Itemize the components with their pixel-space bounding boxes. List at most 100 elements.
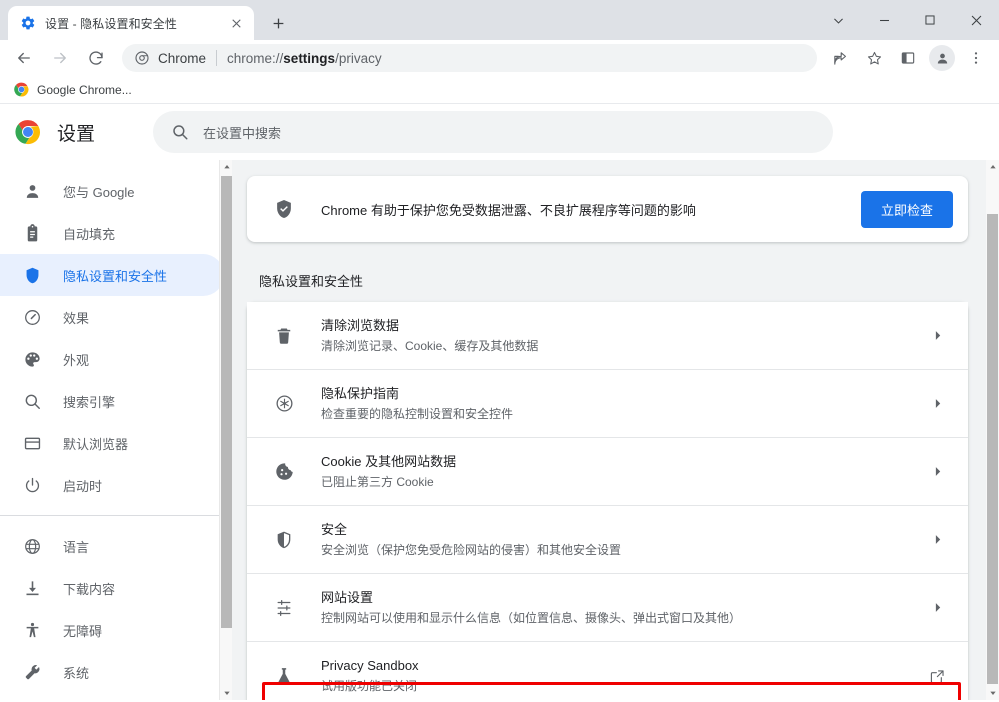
row-security[interactable]: 安全 安全浏览（保护您免受危险网站的侵害）和其他安全设置 — [247, 506, 968, 574]
row-subtitle: 检查重要的隐私控制设置和安全控件 — [321, 406, 514, 421]
browser-tab[interactable]: 设置 - 隐私设置和安全性 — [8, 6, 254, 40]
page-title: 设置 — [57, 123, 96, 145]
sidebar-item-system[interactable]: 系统 — [0, 651, 224, 693]
external-link-icon[interactable] — [926, 668, 948, 685]
profile-avatar[interactable] — [929, 45, 955, 71]
safety-check-message: Chrome 有助于保护您免受数据泄露、不良扩展程序等问题的影响 — [321, 202, 696, 218]
search-input[interactable]: 在设置中搜索 — [153, 111, 834, 153]
row-subtitle: 控制网站可以使用和显示什么信息（如位置信息、摄像头、弹出式窗口及其他） — [321, 610, 742, 625]
row-text: 清除浏览数据 清除浏览记录、Cookie、缓存及其他数据 — [321, 317, 926, 355]
settings-gear-icon — [20, 15, 36, 31]
window-controls — [815, 0, 999, 40]
side-panel-icon[interactable] — [894, 44, 922, 72]
tab-search-chevron-down-icon[interactable] — [815, 0, 861, 40]
sidebar-item-label: 语言 — [63, 539, 90, 555]
chevron-right-icon[interactable] — [926, 533, 948, 546]
settings-main: Chrome 有助于保护您免受数据泄露、不良扩展程序等问题的影响 立即检查 隐私… — [232, 160, 999, 700]
flask-icon — [273, 665, 295, 687]
share-icon[interactable] — [826, 44, 854, 72]
sidebar-item-label: 无障碍 — [63, 623, 103, 639]
new-tab-button[interactable] — [264, 9, 292, 37]
globe-icon — [22, 536, 42, 556]
reload-button[interactable] — [81, 43, 111, 73]
settings-content: Chrome 有助于保护您免受数据泄露、不良扩展程序等问题的影响 立即检查 隐私… — [232, 176, 999, 700]
sidebar-item-downloads[interactable]: 下载内容 — [0, 567, 224, 609]
person-icon — [22, 181, 42, 201]
bookmark-item[interactable]: Google Chrome... — [8, 79, 138, 101]
cookie-icon — [273, 461, 295, 483]
close-window-button[interactable] — [953, 0, 999, 40]
scroll-up-arrow-icon[interactable] — [986, 160, 999, 174]
chevron-right-icon[interactable] — [926, 601, 948, 614]
minimize-button[interactable] — [861, 0, 907, 40]
clipboard-icon — [22, 223, 42, 243]
omnibox-url: chrome://settings/privacy — [227, 51, 382, 66]
chrome-logo-icon — [15, 119, 41, 145]
section-title: 隐私设置和安全性 — [259, 274, 364, 289]
sidebar-item-accessibility[interactable]: 无障碍 — [0, 609, 224, 651]
row-text: Cookie 及其他网站数据 已阻止第三方 Cookie — [321, 453, 926, 491]
chevron-right-icon[interactable] — [926, 465, 948, 478]
search-placeholder: 在设置中搜索 — [203, 125, 282, 141]
forward-button[interactable] — [45, 43, 75, 73]
address-bar[interactable]: Chrome chrome://settings/privacy — [122, 44, 817, 72]
sidebar-item-label: 下载内容 — [63, 581, 116, 597]
sidebar-divider — [0, 515, 224, 516]
back-button[interactable] — [9, 43, 39, 73]
row-title: 隐私保护指南 — [321, 385, 400, 401]
tab-title: 设置 - 隐私设置和安全性 — [45, 16, 177, 31]
chrome-icon — [14, 82, 30, 98]
sidebar-item-on-startup[interactable]: 启动时 — [0, 464, 224, 506]
main-scrollbar-thumb[interactable] — [987, 214, 998, 684]
row-text: 安全 安全浏览（保护您免受危险网站的侵害）和其他安全设置 — [321, 521, 926, 559]
sidebar-item-you-and-google[interactable]: 您与 Google — [0, 170, 224, 212]
shield-check-icon — [273, 198, 295, 220]
row-subtitle: 已阻止第三方 Cookie — [321, 474, 434, 489]
speedometer-icon — [22, 307, 42, 327]
browser-menu-icon[interactable] — [962, 44, 990, 72]
chevron-right-icon[interactable] — [926, 397, 948, 410]
sidebar-item-label: 您与 Google — [63, 184, 135, 200]
accessibility-icon — [22, 620, 42, 640]
browser-toolbar: Chrome chrome://settings/privacy — [0, 40, 999, 76]
privacy-guide-icon — [273, 393, 295, 415]
run-safety-check-button[interactable]: 立即检查 — [860, 190, 953, 228]
sidebar-item-privacy-and-security[interactable]: 隐私设置和安全性 — [0, 254, 224, 296]
sidebar-item-label: 隐私设置和安全性 — [63, 268, 168, 284]
sidebar-scrollbar-thumb[interactable] — [221, 176, 232, 628]
sidebar-item-reset-settings[interactable]: 重置设置 — [0, 693, 224, 700]
sidebar-item-autofill[interactable]: 自动填充 — [0, 212, 224, 254]
row-cookies-and-site-data[interactable]: Cookie 及其他网站数据 已阻止第三方 Cookie — [247, 438, 968, 506]
row-title: 网站设置 — [321, 589, 374, 605]
sidebar-item-default-browser[interactable]: 默认浏览器 — [0, 422, 224, 464]
main-scrollbar[interactable] — [986, 160, 999, 700]
row-privacy-sandbox[interactable]: Privacy Sandbox 试用版功能已关闭 — [247, 642, 968, 700]
chevron-right-icon[interactable] — [926, 329, 948, 342]
row-subtitle: 安全浏览（保护您免受危险网站的侵害）和其他安全设置 — [321, 542, 622, 557]
sidebar-item-label: 效果 — [63, 310, 90, 326]
row-text: 隐私保护指南 检查重要的隐私控制设置和安全控件 — [321, 385, 926, 423]
scroll-down-arrow-icon[interactable] — [986, 686, 999, 700]
wrench-icon — [22, 662, 42, 682]
row-privacy-guide[interactable]: 隐私保护指南 检查重要的隐私控制设置和安全控件 — [247, 370, 968, 438]
row-subtitle: 试用版功能已关闭 — [321, 679, 418, 693]
maximize-button[interactable] — [907, 0, 953, 40]
star-icon[interactable] — [860, 44, 888, 72]
shield-icon — [273, 529, 295, 551]
sidebar-item-performance[interactable]: 效果 — [0, 296, 224, 338]
sidebar-item-appearance[interactable]: 外观 — [0, 338, 224, 380]
sidebar-scrollbar[interactable] — [219, 160, 232, 700]
close-tab-icon[interactable] — [226, 13, 246, 33]
search-icon — [22, 391, 42, 411]
row-clear-browsing-data[interactable]: 清除浏览数据 清除浏览记录、Cookie、缓存及其他数据 — [247, 302, 968, 370]
row-text: 网站设置 控制网站可以使用和显示什么信息（如位置信息、摄像头、弹出式窗口及其他） — [321, 589, 926, 627]
bookmarks-bar: Google Chrome... — [0, 76, 999, 104]
row-site-settings[interactable]: 网站设置 控制网站可以使用和显示什么信息（如位置信息、摄像头、弹出式窗口及其他） — [247, 574, 968, 642]
row-subtitle: 清除浏览记录、Cookie、缓存及其他数据 — [321, 338, 539, 353]
sidebar-item-label: 默认浏览器 — [63, 436, 129, 452]
tune-sliders-icon — [273, 597, 295, 619]
omnibox-chip-label: Chrome — [158, 50, 207, 66]
url-suffix: /privacy — [335, 50, 382, 66]
sidebar-item-languages[interactable]: 语言 — [0, 525, 224, 567]
sidebar-item-search-engine[interactable]: 搜索引擎 — [0, 380, 224, 422]
